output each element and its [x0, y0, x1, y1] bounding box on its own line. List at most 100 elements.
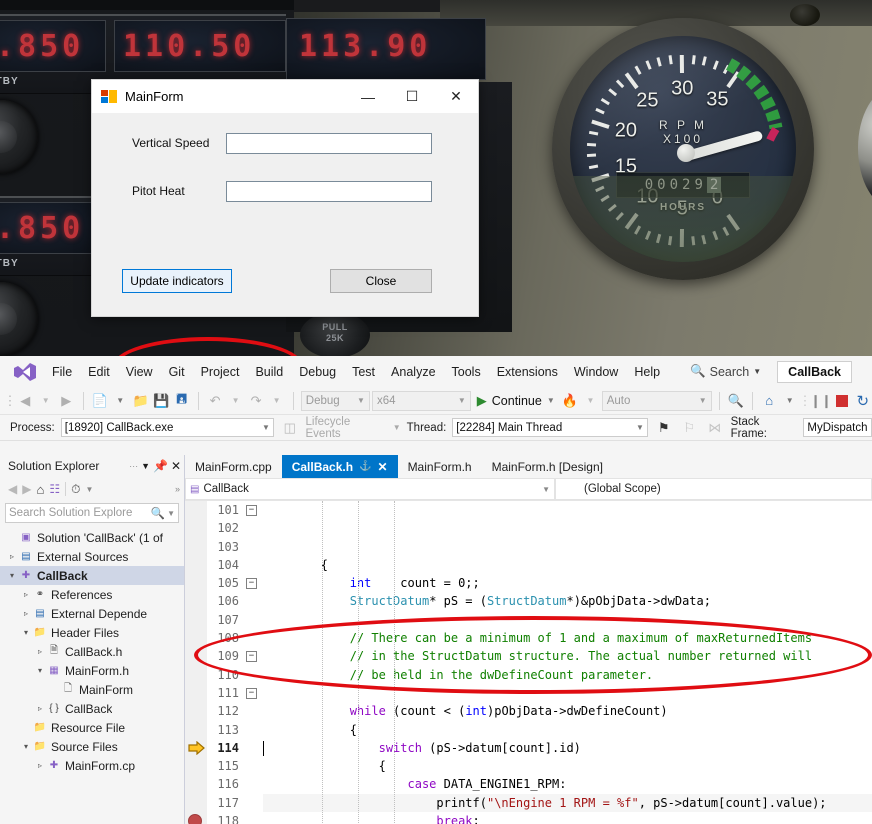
new-project-dropdown-icon[interactable]: ▼ [111, 391, 130, 411]
menu-extensions[interactable]: Extensions [489, 361, 566, 383]
code-line[interactable]: switch (pS->datum[count].id) [263, 739, 872, 757]
menu-test[interactable]: Test [344, 361, 383, 383]
stop-debugging-icon[interactable] [833, 391, 852, 411]
break-all-icon[interactable]: ❙❙ [811, 391, 831, 411]
thread-combo[interactable]: [22284] Main Thread ▼ [452, 418, 648, 437]
redo-dropdown-icon[interactable]: ▼ [267, 391, 286, 411]
stackframe-combo[interactable]: MyDispatchP [803, 418, 872, 437]
hot-reload-dropdown-icon[interactable]: ▼ [581, 391, 600, 411]
chevron-down-icon[interactable]: ▼ [141, 461, 150, 471]
code-line[interactable] [263, 684, 872, 702]
solution-explorer-home-icon[interactable]: ⌂ [760, 391, 779, 411]
code-line[interactable]: while (count < (int)pObjData->dwDefineCo… [263, 702, 872, 720]
menu-bar[interactable]: FileEditViewGitProjectBuildDebugTestAnal… [0, 356, 872, 387]
forward-icon[interactable]: ▶ [22, 482, 31, 496]
solution-view-icon[interactable]: ☷ [49, 482, 60, 496]
menu-view[interactable]: View [118, 361, 161, 383]
menu-git[interactable]: Git [161, 361, 193, 383]
menu-window[interactable]: Window [566, 361, 626, 383]
menu-items-container[interactable]: FileEditViewGitProjectBuildDebugTestAnal… [44, 361, 668, 383]
breakpoint-icon[interactable] [188, 814, 202, 824]
solution-explorer-tree[interactable]: ▣Solution 'CallBack' (1 of▹▤External Sou… [0, 526, 184, 824]
back-icon[interactable]: ◀ [8, 482, 17, 496]
tree-item-callback[interactable]: ▾✚CallBack [0, 566, 184, 585]
tree-item-callback[interactable]: ▹{ }CallBack [0, 699, 184, 718]
code-line[interactable]: break; [263, 812, 872, 824]
close-icon[interactable]: ✕ [171, 459, 181, 473]
code-line[interactable]: StructDatum* pS = (StructDatum*)&pObjDat… [263, 592, 872, 610]
save-all-icon[interactable]: 🖪 [172, 391, 191, 411]
debug-target-combo[interactable]: Auto ▼ [602, 391, 712, 411]
code-text-area[interactable]: 1011021031041051061071081091101111121131… [185, 501, 872, 824]
code-line[interactable]: // in the StructDatum structure. The act… [263, 647, 872, 665]
editor-tab-mainform-cpp[interactable]: MainForm.cpp [185, 455, 282, 478]
editor-tab-mainform-h[interactable]: MainForm.h [398, 455, 482, 478]
menu-help[interactable]: Help [626, 361, 668, 383]
editor-navigation-bar[interactable]: ▤ CallBack ▼ (Global Scope) [185, 478, 872, 501]
undo-dropdown-icon[interactable]: ▼ [226, 391, 245, 411]
code-folding-margin[interactable]: −−−− [243, 501, 261, 824]
solution-explorer-search-box[interactable]: Search Solution Explore 🔍 ▼ [5, 503, 179, 523]
chevron-down-icon[interactable]: ▼ [165, 509, 175, 518]
tree-item-mainform-cp[interactable]: ▹✚MainForm.cp [0, 756, 184, 775]
chevron-down-icon[interactable]: ▼ [85, 485, 93, 494]
tree-item-references[interactable]: ▹⚭References [0, 585, 184, 604]
pin-icon[interactable]: ⚓ [359, 461, 371, 472]
expander-icon[interactable]: ▹ [20, 609, 32, 618]
preview-selected-items-icon[interactable]: 🔍 [727, 391, 746, 411]
code-line[interactable]: { [263, 556, 872, 574]
tree-item-external-sources[interactable]: ▹▤External Sources [0, 547, 184, 566]
editor-tab-mainform-h-design[interactable]: MainForm.h [Design] [482, 455, 613, 478]
search-box[interactable]: 🔍 Search ▼ [690, 364, 761, 379]
tree-item-solution-callback-1-of[interactable]: ▣Solution 'CallBack' (1 of [0, 528, 184, 547]
update-indicators-button[interactable]: Update indicators [122, 269, 232, 293]
menu-file[interactable]: File [44, 361, 80, 383]
menu-debug[interactable]: Debug [291, 361, 344, 383]
minimize-button[interactable]: — [346, 80, 390, 114]
expander-icon[interactable]: ▾ [34, 666, 46, 675]
continue-button[interactable]: ▶ Continue ▼ [473, 393, 559, 409]
standard-toolbar[interactable]: ⋮ ◀ ▼ ▶ 📄 ▼ 📁 💾 🖪 ↶ ▼ ↷ ▼ Debug ▼ x64 ▼ … [0, 387, 872, 415]
expander-icon[interactable]: ▹ [34, 704, 46, 713]
code-line[interactable]: { [263, 757, 872, 775]
editor-tab-callback-h[interactable]: CallBack.h⚓✕ [282, 455, 398, 478]
member-scope-dropdown[interactable]: (Global Scope) [555, 478, 872, 500]
tree-item-source-files[interactable]: ▾📁Source Files [0, 737, 184, 756]
mainform-window-buttons[interactable]: — ☐ ✕ [346, 80, 478, 114]
expander-icon[interactable]: ▾ [20, 742, 32, 751]
undo-icon[interactable]: ↶ [206, 391, 225, 411]
overflow-dots-icon[interactable]: ⋯ [129, 461, 138, 472]
solution-explorer-panel[interactable]: Solution Explorer ⋯ ▼ 📌 ✕ ◀ ▶ ⌂ ☷ ⏱ ▼ » … [0, 455, 185, 824]
flag-icon[interactable]: ⚑ [654, 418, 674, 438]
code-line[interactable]: { [263, 721, 872, 739]
menu-tools[interactable]: Tools [444, 361, 489, 383]
menu-project[interactable]: Project [193, 361, 248, 383]
tree-item-mainform[interactable]: 🗋MainForm [0, 680, 184, 699]
debug-location-toolbar[interactable]: Process: [18920] CallBack.exe ▼ ◫ Lifecy… [0, 415, 872, 441]
restart-debugging-icon[interactable]: ↻ [853, 391, 872, 411]
expander-icon[interactable]: ▾ [6, 571, 18, 580]
fold-toggle-icon[interactable]: − [246, 688, 257, 699]
solution-configuration-combo[interactable]: Debug ▼ [301, 391, 370, 411]
expander-icon[interactable]: ▹ [20, 590, 32, 599]
fold-toggle-icon[interactable]: − [246, 505, 257, 516]
tree-item-external-depende[interactable]: ▹▤External Depende [0, 604, 184, 623]
tree-item-mainform-h[interactable]: ▾▦MainForm.h [0, 661, 184, 680]
solution-platform-combo[interactable]: x64 ▼ [372, 391, 471, 411]
close-button[interactable]: Close [330, 269, 432, 293]
redo-icon[interactable]: ↷ [247, 391, 266, 411]
glyph-margin[interactable] [185, 501, 207, 824]
tree-item-header-files[interactable]: ▾📁Header Files [0, 623, 184, 642]
hot-reload-icon[interactable]: 🔥 [561, 391, 580, 411]
new-project-icon[interactable]: 📄 [90, 391, 109, 411]
fold-toggle-icon[interactable]: − [246, 578, 257, 589]
navigate-backward-icon[interactable]: ◀ [16, 391, 35, 411]
navigate-forward-icon[interactable]: ▶ [57, 391, 76, 411]
code-line[interactable]: // There can be a minimum of 1 and a max… [263, 629, 872, 647]
vertical-speed-input[interactable] [226, 133, 432, 154]
code-line[interactable] [263, 611, 872, 629]
pin-icon[interactable]: 📌 [153, 459, 168, 473]
expander-icon[interactable]: ▾ [20, 628, 32, 637]
expander-icon[interactable]: ▹ [34, 761, 46, 770]
close-window-button[interactable]: ✕ [434, 80, 478, 114]
